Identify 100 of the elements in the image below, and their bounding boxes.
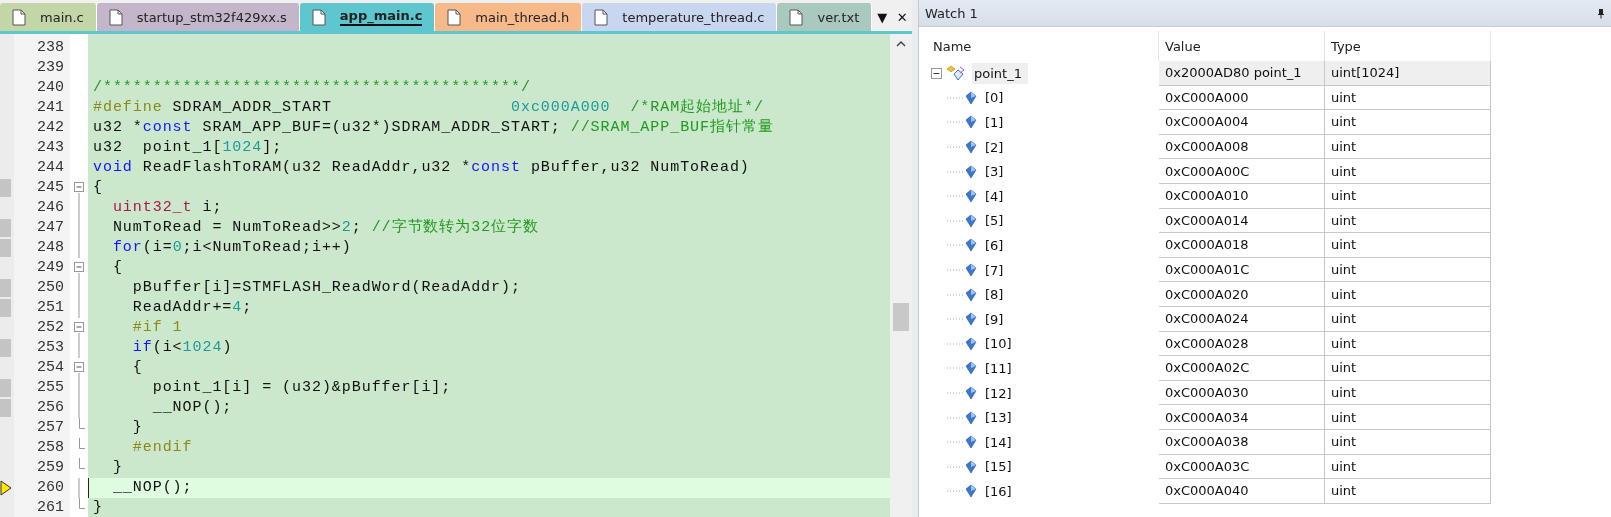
- code-line: void ReadFlashToRAM(u32 ReadAddr,u32 *const pBuffer,u32 NumToRead): [92, 158, 751, 178]
- structure-icon: [946, 65, 966, 82]
- pin-icon[interactable]: [1597, 7, 1605, 19]
- file-tab[interactable]: main_thread.h: [435, 3, 583, 31]
- variable-name: [6]: [984, 236, 1005, 255]
- tree-connector: [947, 465, 963, 468]
- code-line: for(i=0;i<NumToRead;i++): [111, 238, 353, 258]
- file-tab[interactable]: main.c: [0, 3, 97, 31]
- file-tab[interactable]: temperature_thread.c: [582, 3, 778, 31]
- element-icon: [965, 386, 977, 400]
- value-cell: 0xC000A03C: [1159, 454, 1325, 480]
- type-cell: uint: [1325, 429, 1491, 455]
- line-number: 252: [36, 318, 65, 338]
- type-cell: uint: [1325, 479, 1491, 504]
- code-line: u32 point_1[1024];: [92, 138, 284, 158]
- type-cell: uint: [1325, 356, 1491, 381]
- element-icon: [965, 459, 977, 474]
- value-cell: 0xC000A024: [1159, 306, 1325, 332]
- line-number: 258: [36, 438, 65, 458]
- panel-title: Watch 1: [925, 5, 978, 21]
- file-icon: [594, 8, 609, 26]
- element-icon: [965, 115, 977, 130]
- line-number: 249: [36, 258, 65, 278]
- type-cell: uint: [1325, 85, 1491, 111]
- line-number: 246: [36, 198, 65, 218]
- line-number: 245: [36, 178, 65, 198]
- type-cell: uint: [1325, 306, 1491, 332]
- value-cell: 0xC000A010: [1159, 183, 1325, 209]
- variable-name: point_1: [972, 62, 1028, 84]
- variable-name: [1]: [984, 114, 1005, 132]
- scroll-thumb[interactable]: [893, 303, 909, 331]
- tree-connector: [947, 342, 963, 345]
- line-number: 255: [36, 378, 65, 398]
- file-tab[interactable]: app_main.c: [299, 3, 436, 31]
- line-number: 259: [36, 458, 65, 478]
- tree-connector: [947, 146, 963, 149]
- value-cell: 0xC000A020: [1159, 282, 1325, 307]
- variable-name: [7]: [984, 261, 1005, 280]
- code-line: #define SDRAM_ADDR_START 0xc000A000 /*RAM起始地址*/: [92, 98, 765, 118]
- type-cell: uint: [1325, 405, 1491, 430]
- tree-connector: [947, 367, 963, 370]
- close-button[interactable]: ✕: [892, 3, 912, 31]
- line-number: 248: [36, 238, 65, 258]
- tree-connector: [947, 392, 963, 394]
- tree-connector: [947, 195, 963, 198]
- code-line: {: [92, 178, 104, 198]
- line-number: 244: [36, 158, 65, 178]
- code-line: #endif: [131, 438, 194, 458]
- tree-connector: [947, 269, 963, 272]
- file-icon: [789, 8, 804, 26]
- code-line: point_1[i] = (u32)&pBuffer[i];: [151, 378, 453, 398]
- line-number: 257: [36, 418, 65, 438]
- file-tab[interactable]: startup_stm32f429xx.s: [96, 3, 300, 31]
- type-cell: uint: [1325, 380, 1491, 406]
- file-icon: [311, 8, 326, 26]
- type-cell: uint: [1325, 183, 1491, 209]
- type-cell: uint: [1325, 208, 1491, 234]
- line-number: 256: [36, 398, 65, 418]
- line-number: 254: [36, 358, 65, 378]
- file-icon: [12, 8, 26, 26]
- value-cell: 0xC000A014: [1159, 208, 1325, 234]
- value-cell: 0xC000A038: [1159, 429, 1325, 455]
- tree-connector: [947, 219, 963, 222]
- type-cell: uint: [1325, 134, 1491, 160]
- type-cell: uint: [1325, 282, 1491, 307]
- line-number: 242: [36, 118, 65, 138]
- type-cell: uint: [1325, 110, 1491, 135]
- tree-connector: [947, 170, 963, 173]
- collapse-icon[interactable]: [931, 67, 942, 79]
- element-icon: [965, 213, 977, 228]
- variable-name: [2]: [984, 138, 1005, 157]
- tree-connector: [947, 96, 963, 99]
- value-cell: 0xC000A000: [1159, 85, 1325, 111]
- element-icon: [965, 435, 977, 450]
- code-line: {: [111, 258, 124, 278]
- variable-name: [11]: [984, 359, 1013, 378]
- element-icon: [965, 287, 977, 302]
- line-number: 239: [36, 58, 65, 78]
- line-number: 253: [36, 338, 65, 358]
- element-icon: [965, 238, 977, 253]
- scroll-up-icon[interactable]: [896, 40, 906, 47]
- element-icon: [965, 140, 977, 155]
- tab-list-button[interactable]: ▼: [872, 3, 893, 31]
- variable-name: [4]: [984, 187, 1005, 206]
- file-tab[interactable]: ver.txt: [777, 3, 873, 31]
- scrollbar[interactable]: [890, 34, 912, 517]
- element-icon: [965, 484, 977, 499]
- type-cell: uint: [1325, 454, 1491, 480]
- code-line: #if 1: [131, 318, 184, 338]
- tree-connector: [947, 490, 963, 493]
- type-cell: uint: [1325, 159, 1491, 184]
- element-icon: [965, 189, 977, 204]
- code-line: ReadAddr+=4;: [131, 298, 254, 318]
- file-icon: [447, 8, 462, 26]
- code-line: /******************************************/: [92, 78, 532, 98]
- line-number: 243: [36, 138, 65, 158]
- value-cell: 0xC000A004: [1159, 110, 1325, 135]
- line-number: 241: [36, 98, 65, 118]
- variable-name: [12]: [984, 384, 1013, 403]
- value-cell: 0xC000A034: [1159, 405, 1325, 430]
